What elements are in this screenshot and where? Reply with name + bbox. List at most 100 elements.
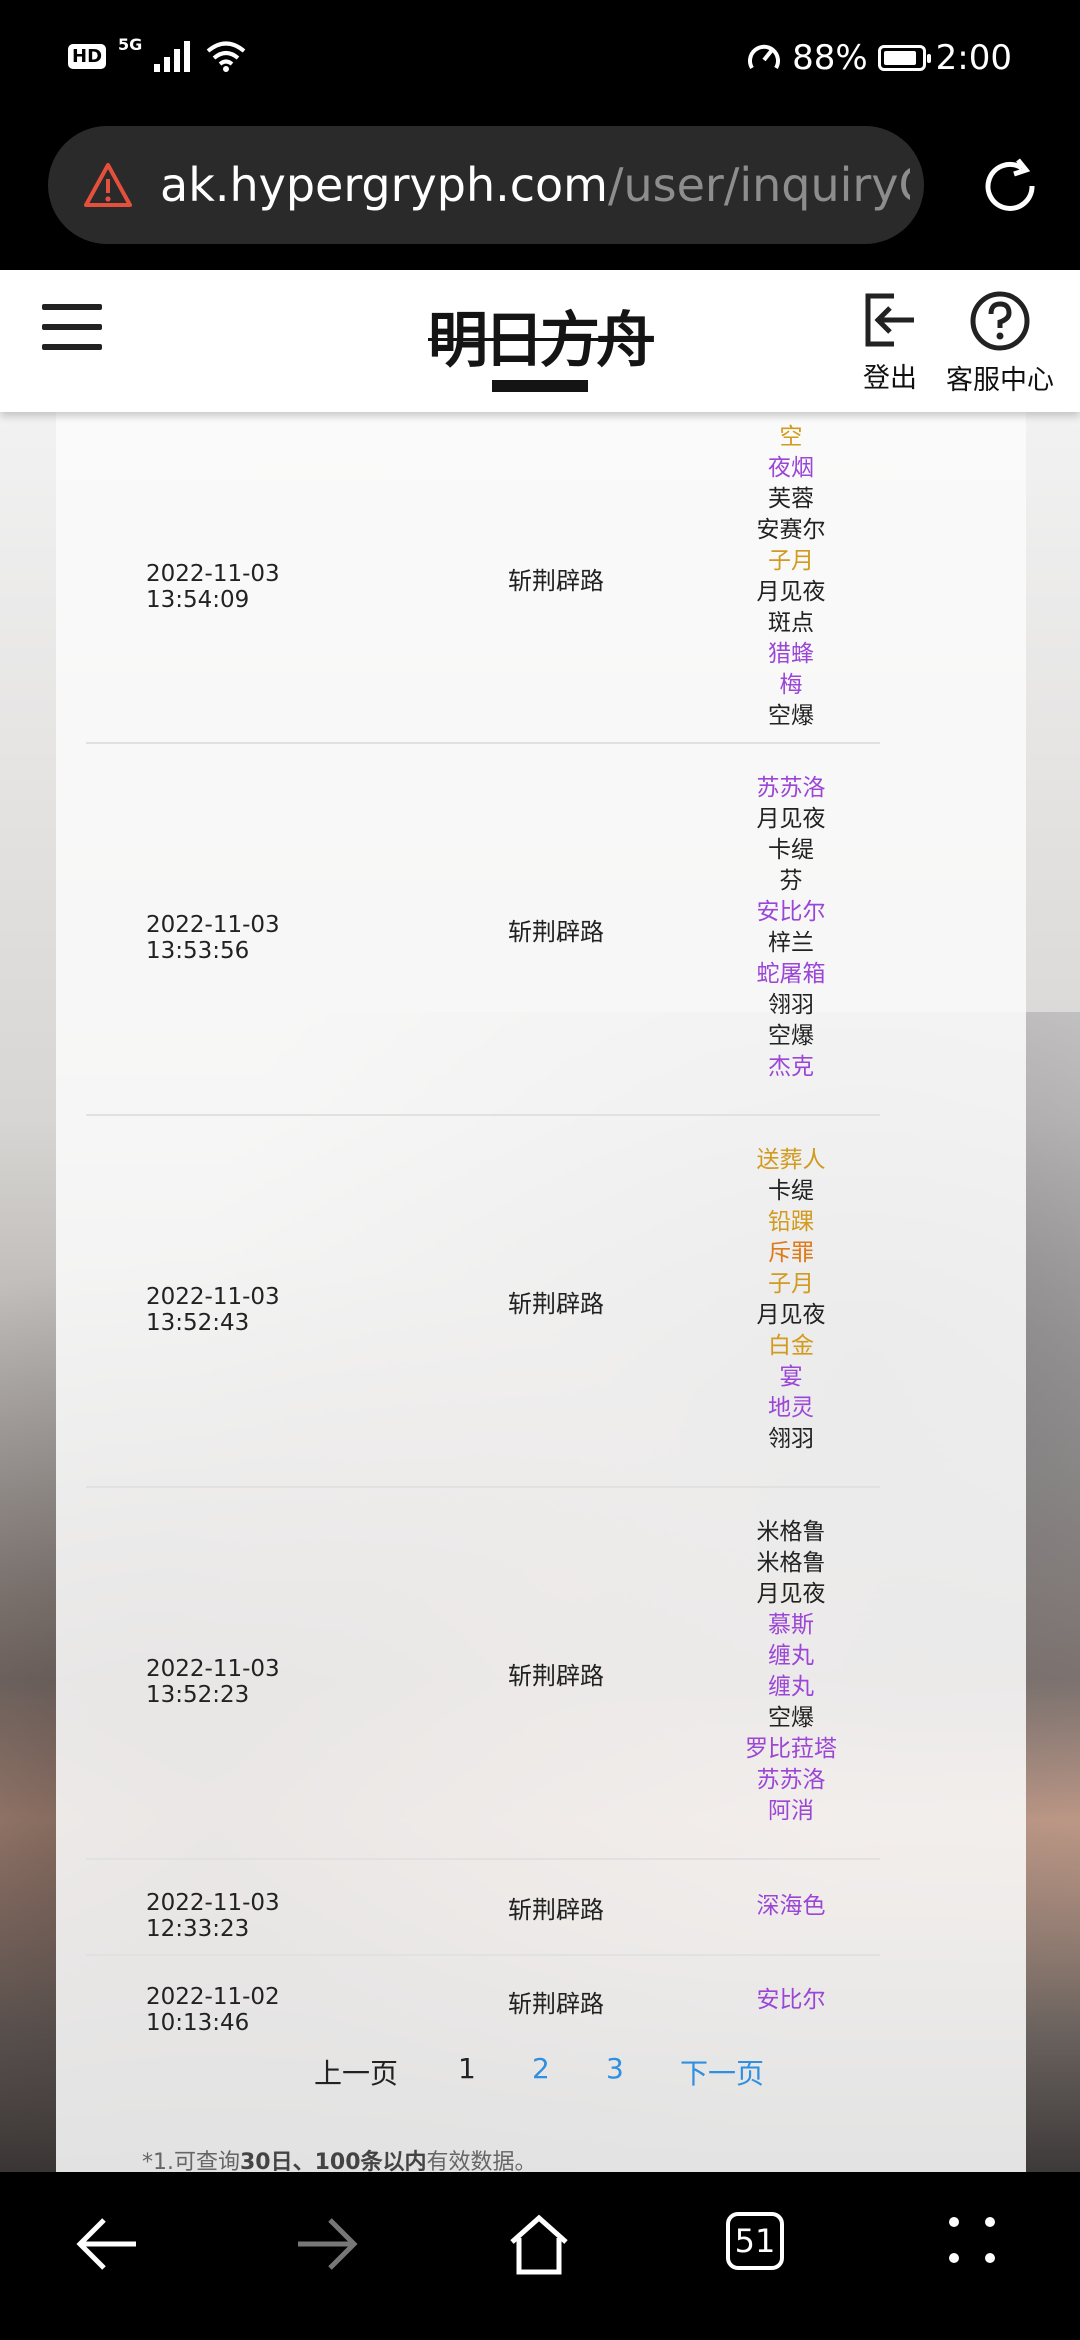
record-operators: 空夜烟 芙蓉 安赛尔 子月 月见夜 斑点 猎蜂梅空爆 xyxy=(726,422,856,732)
operator-name: 月见夜 xyxy=(756,806,826,832)
help-center-button[interactable]: 客服中心 xyxy=(946,290,1054,397)
operator-name: 阿消 xyxy=(768,1798,814,1824)
operator-name: 翎羽 xyxy=(768,992,814,1018)
reload-icon[interactable] xyxy=(978,154,1042,218)
logout-button[interactable]: 登出 xyxy=(860,290,920,395)
logout-icon xyxy=(865,293,914,347)
battery-percent: 88% xyxy=(792,38,868,78)
operator-name: 卡缇 xyxy=(768,837,814,863)
pagination: 上一页 1 2 3 下一页 xyxy=(0,2052,1080,2102)
operator-name: 慕斯 xyxy=(768,1612,814,1638)
record-time: 2022-11-03 13:52:43 xyxy=(146,1284,280,1336)
warning-icon[interactable] xyxy=(84,161,132,209)
page-content: 2022-11-03 13:54:09 斩荆辟路空夜烟 芙蓉 安赛尔 子月 月见夜 斑点 猎蜂… xyxy=(0,412,1080,2172)
signal-icon xyxy=(154,41,191,72)
record-operators: 米格鲁 米格鲁 月见夜 慕斯 缠丸 缠丸 空爆 罗比菈塔 苏苏洛 阿消 xyxy=(726,1517,856,1827)
operator-name: 月见夜 xyxy=(756,1581,826,1607)
record-time: 2022-11-02 10:13:46 xyxy=(146,1984,280,2036)
clock: 2:00 xyxy=(935,38,1012,78)
hd-icon: HD xyxy=(68,43,107,69)
record-row: 2022-11-03 12:33:23 斩荆辟路 深海色 xyxy=(86,1858,880,1956)
battery-icon xyxy=(877,45,931,71)
arknights-logo[interactable]: 明日方舟 xyxy=(422,288,658,398)
forward-icon[interactable] xyxy=(294,2212,358,2276)
record-pool: 斩荆辟路 xyxy=(508,918,604,946)
url-text[interactable]: ak.hypergryph.com/user/inquiryGa xyxy=(160,158,910,212)
page-1[interactable]: 1 xyxy=(458,2052,476,2085)
operator-name: 斥罪 xyxy=(768,1240,814,1266)
operator-name: 子月 xyxy=(768,548,814,574)
record-row: 2022-11-03 13:52:43 斩荆辟路 送葬人卡缇铅踝斥罪子月月见夜白金宴… xyxy=(86,1114,880,1488)
browser-nav-bar: 51 xyxy=(0,2172,1080,2340)
operator-name: 夜烟 xyxy=(768,455,814,481)
back-icon[interactable] xyxy=(76,2212,140,2276)
record-pool: 斩荆辟路 xyxy=(508,567,604,595)
record-pool: 斩荆辟路 xyxy=(508,1662,604,1690)
record-row: 2022-11-03 13:54:09 斩荆辟路 空夜烟芙蓉安赛尔子月月见夜斑点猎蜂… xyxy=(86,412,880,744)
record-operators: 送葬人卡缇铅踝斥罪子月月见夜白金宴地灵翎羽 xyxy=(726,1145,856,1455)
page-2-link[interactable]: 2 xyxy=(532,2052,550,2085)
operator-name: 空 xyxy=(779,424,803,450)
record-pool: 斩荆辟路 xyxy=(508,1990,604,2018)
record-time: 2022-11-03 13:52:23 xyxy=(146,1656,280,1708)
operator-name: 梓兰 xyxy=(768,930,814,956)
operator-name: 安比尔 xyxy=(756,1986,826,2013)
network-type: 5G xyxy=(118,34,143,54)
site-header: 明日方舟 登出 客服中心 xyxy=(0,270,1080,412)
operator-name: 米格鲁 xyxy=(756,1519,826,1545)
record-operators: 深海色 xyxy=(726,1891,856,1922)
record-pool: 斩荆辟路 xyxy=(508,1896,604,1924)
operator-name: 苏苏洛 xyxy=(756,1767,826,1793)
operator-name: 罗比菈塔 xyxy=(745,1736,837,1762)
operator-name: 卡缇 xyxy=(768,1178,814,1204)
help-label: 客服中心 xyxy=(946,365,1054,396)
record-operators: 安比尔 xyxy=(726,1985,856,2016)
tabs-button[interactable]: 51 xyxy=(726,2212,784,2270)
record-pool: 斩荆辟路 xyxy=(508,1290,604,1318)
operator-name: 猎蜂 xyxy=(768,641,814,667)
operator-name: 斑点 xyxy=(768,610,814,636)
operator-name: 月见夜 xyxy=(756,579,826,605)
operator-name: 空爆 xyxy=(768,1023,814,1049)
operator-name: 白金 xyxy=(768,1333,814,1359)
operator-name: 缠丸 xyxy=(768,1643,814,1669)
record-row: 2022-11-02 10:13:46 斩荆辟路 安比尔 xyxy=(86,1954,880,2046)
page-3-link[interactable]: 3 xyxy=(606,2052,624,2085)
record-row: 2022-11-03 13:52:23 斩荆辟路 米格鲁 米格鲁 月见夜 慕斯 缠丸 缠丸 空爆… xyxy=(86,1486,880,1860)
help-icon xyxy=(970,291,1030,351)
operator-name: 地灵 xyxy=(768,1395,814,1421)
prev-page-link[interactable]: 上一页 xyxy=(314,2052,398,2092)
operator-name: 翎羽 xyxy=(768,1426,814,1452)
operator-name: 米格鲁 xyxy=(756,1550,826,1576)
footnote: *1.可查询30日、100条以内有效数据。 xyxy=(142,2150,537,2172)
record-row: 2022-11-03 13:53:56 斩荆辟路 苏苏洛月见夜卡缇芬安比尔梓兰蛇屠箱… xyxy=(86,742,880,1116)
logout-label: 登出 xyxy=(863,363,917,394)
menu-icon[interactable] xyxy=(42,304,102,352)
next-page-link[interactable]: 下一页 xyxy=(680,2052,764,2092)
wifi-icon xyxy=(207,41,246,72)
more-options-icon[interactable] xyxy=(944,2212,1000,2268)
home-icon[interactable] xyxy=(506,2212,572,2278)
operator-name: 芬 xyxy=(779,868,803,894)
operator-name: 芙蓉 xyxy=(768,486,814,512)
operator-name: 苏苏洛 xyxy=(756,775,826,801)
operator-name: 送葬人 xyxy=(756,1147,826,1173)
operator-name: 铅踝 xyxy=(768,1209,814,1235)
address-bar[interactable]: ak.hypergryph.com/user/inquiryGa xyxy=(48,126,924,244)
operator-name: 杰克 xyxy=(768,1054,814,1080)
operator-name: 空爆 xyxy=(768,1705,814,1731)
operator-name: 安赛尔 xyxy=(756,517,826,543)
operator-name: 缠丸 xyxy=(768,1674,814,1700)
operator-name: 蛇屠箱 xyxy=(756,961,826,987)
operator-name: 空爆 xyxy=(768,703,814,729)
record-time: 2022-11-03 13:53:56 xyxy=(146,912,280,964)
operator-name: 子月 xyxy=(768,1271,814,1297)
record-time: 2022-11-03 13:54:09 xyxy=(146,561,280,613)
speed-icon xyxy=(748,44,780,70)
operator-name: 安比尔 xyxy=(756,899,826,925)
status-bar: HD 5G 88% 2:00 xyxy=(0,0,1080,120)
operator-name: 深海色 xyxy=(756,1892,826,1919)
operator-name: 宴 xyxy=(779,1364,803,1390)
operator-name: 月见夜 xyxy=(756,1302,826,1328)
record-time: 2022-11-03 12:33:23 xyxy=(146,1890,280,1942)
